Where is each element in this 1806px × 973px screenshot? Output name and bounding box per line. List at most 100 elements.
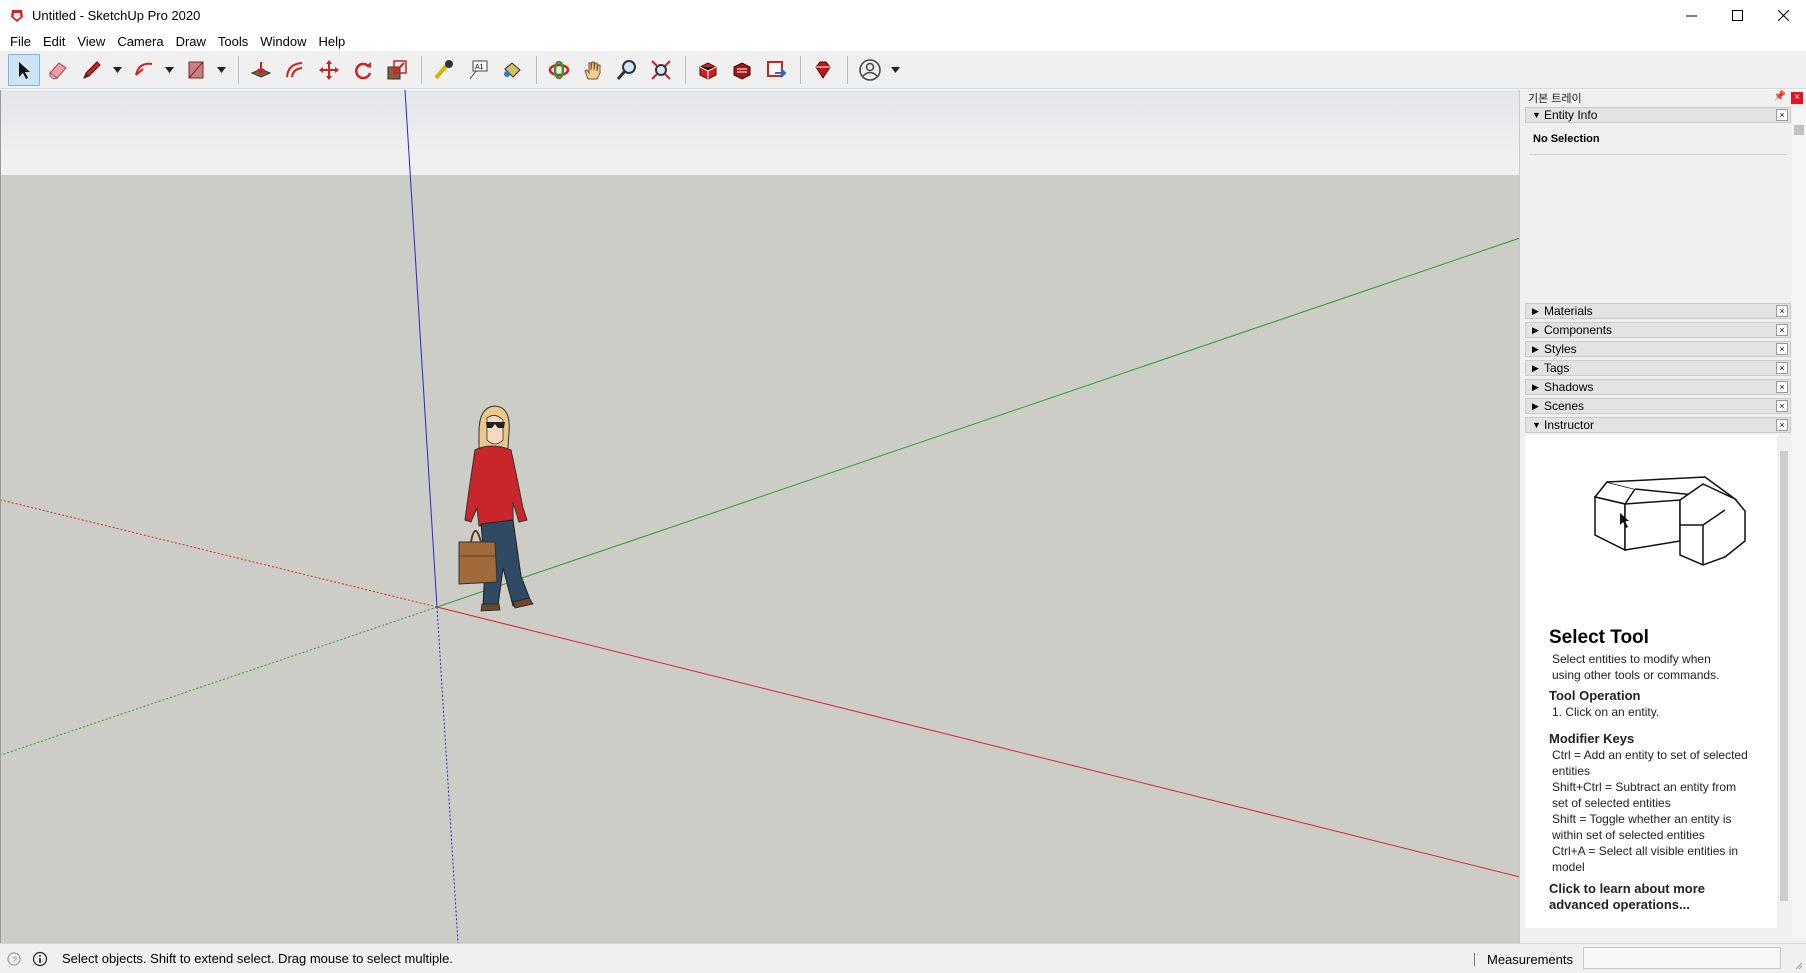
sketchup-logo-icon — [11, 9, 23, 22]
panel-close-icon[interactable]: × — [1776, 305, 1788, 317]
offset-icon — [286, 61, 303, 77]
svg-text:A1: A1 — [475, 64, 484, 71]
paint-bucket-tool-button[interactable] — [496, 54, 528, 86]
account-dropdown[interactable] — [888, 54, 902, 86]
chevron-down-icon — [890, 66, 900, 73]
scale-icon — [387, 59, 407, 79]
modifier-line: Shift+Ctrl = Subtract an entity from set… — [1552, 780, 1737, 810]
select-tool-button[interactable] — [8, 53, 40, 86]
green-axis — [436, 237, 1519, 608]
menu-tools[interactable]: Tools — [212, 34, 254, 49]
panel-materials[interactable]: ▶ Materials × — [1525, 303, 1791, 319]
panel-close-icon[interactable]: × — [1776, 343, 1788, 355]
scale-figure-woman[interactable] — [458, 405, 534, 612]
extension-manager-button[interactable] — [807, 54, 839, 86]
pan-icon — [584, 61, 601, 79]
status-message: Select objects. Shift to extend select. … — [62, 951, 453, 966]
menu-view[interactable]: View — [71, 34, 111, 49]
account-button[interactable] — [854, 54, 886, 86]
panel-close-icon[interactable]: × — [1776, 109, 1788, 121]
menu-file[interactable]: File — [4, 34, 37, 49]
menu-draw[interactable]: Draw — [170, 34, 212, 49]
title-bar: Untitled - SketchUp Pro 2020 — [0, 0, 1806, 31]
eraser-icon — [49, 61, 67, 80]
triangle-right-icon: ▶ — [1532, 400, 1539, 411]
panel-components[interactable]: ▶ Components × — [1525, 322, 1791, 338]
extension-manager-icon — [815, 61, 831, 79]
close-button[interactable] — [1760, 0, 1806, 31]
push-pull-tool-button[interactable] — [245, 54, 277, 86]
tape-measure-tool-button[interactable] — [428, 54, 460, 86]
default-tray: 기본 트레이 📌 × ▼ Entity Info × No Selection … — [1519, 90, 1806, 961]
learn-more-link[interactable]: Click to learn about more advanced opera… — [1549, 881, 1749, 913]
offset-tool-button[interactable] — [279, 54, 311, 86]
orbit-tool-button[interactable] — [543, 54, 575, 86]
3d-warehouse-button[interactable] — [692, 54, 724, 86]
tray-scrollbar[interactable] — [1792, 109, 1806, 939]
panel-scenes[interactable]: ▶ Scenes × — [1525, 398, 1791, 414]
tray-header: 기본 트레이 📌 × — [1520, 90, 1806, 105]
arc-tool-button[interactable] — [128, 54, 160, 86]
line-tool-button[interactable] — [76, 54, 108, 86]
menu-help[interactable]: Help — [313, 34, 352, 49]
panel-styles[interactable]: ▶ Styles × — [1525, 341, 1791, 357]
scrollbar-thumb[interactable] — [1780, 451, 1788, 901]
rectangle-tool-dropdown[interactable] — [214, 54, 228, 86]
menu-window[interactable]: Window — [254, 34, 312, 49]
triangle-right-icon: ▶ — [1532, 362, 1539, 373]
extension-warehouse-button[interactable] — [726, 54, 758, 86]
panel-tags[interactable]: ▶ Tags × — [1525, 360, 1791, 376]
operation-text: 1. Click on an entity. — [1552, 705, 1660, 719]
red-axis-negative — [1, 499, 438, 608]
measurements-input[interactable] — [1583, 947, 1781, 969]
rotate-tool-button[interactable] — [347, 54, 379, 86]
select-tool-illustration — [1593, 476, 1746, 566]
panel-label: Instructor — [1544, 418, 1595, 432]
panel-close-icon[interactable]: × — [1776, 400, 1788, 412]
pin-icon[interactable]: 📌 — [1774, 91, 1786, 102]
orbit-icon — [548, 60, 570, 79]
panel-shadows[interactable]: ▶ Shadows × — [1525, 379, 1791, 395]
window-title: Untitled - SketchUp Pro 2020 — [32, 8, 201, 23]
geolocation-icon[interactable]: ? — [6, 951, 22, 967]
panel-close-icon[interactable]: × — [1776, 419, 1788, 431]
rectangle-tool-button[interactable] — [180, 54, 212, 86]
triangle-right-icon: ▶ — [1532, 324, 1539, 335]
drawing-viewport[interactable] — [0, 90, 1519, 943]
pan-tool-button[interactable] — [577, 54, 609, 86]
minimize-button[interactable] — [1668, 0, 1714, 31]
line-tool-dropdown[interactable] — [110, 54, 124, 86]
tape-measure-icon — [434, 59, 453, 79]
arc-tool-dropdown[interactable] — [162, 54, 176, 86]
red-axis — [436, 606, 1519, 878]
panel-close-icon[interactable]: × — [1776, 381, 1788, 393]
paint-bucket-icon — [504, 61, 521, 78]
panel-close-icon[interactable]: × — [1776, 362, 1788, 374]
move-tool-button[interactable] — [313, 54, 345, 86]
zoom-extents-tool-button[interactable] — [645, 54, 677, 86]
layout-button[interactable] — [760, 54, 792, 86]
scrollbar-thumb[interactable] — [1794, 125, 1804, 135]
zoom-tool-button[interactable] — [611, 54, 643, 86]
status-bar: ? Select objects. Shift to extend select… — [0, 943, 1806, 973]
panel-close-icon[interactable]: × — [1776, 324, 1788, 336]
resize-grip-icon[interactable] — [1793, 960, 1803, 970]
tray-title: 기본 트레이 — [1528, 92, 1582, 105]
entity-info-body: No Selection — [1525, 124, 1791, 294]
panel-instructor[interactable]: ▼ Instructor × — [1525, 417, 1791, 433]
menu-edit[interactable]: Edit — [37, 34, 71, 49]
maximize-button[interactable] — [1714, 0, 1760, 31]
panel-entity-info[interactable]: ▼ Entity Info × — [1525, 107, 1791, 123]
panel-label: Styles — [1544, 342, 1577, 356]
text-tool-button[interactable]: A1 — [462, 54, 494, 86]
toolbar-separator — [421, 55, 422, 84]
instructor-title: Select Tool — [1549, 627, 1649, 648]
info-icon[interactable] — [32, 951, 48, 967]
eraser-tool-button[interactable] — [42, 54, 74, 86]
select-arrow-icon — [19, 61, 30, 79]
tray-close-button[interactable]: × — [1791, 92, 1803, 104]
scale-tool-button[interactable] — [381, 54, 413, 86]
instructor-scrollbar[interactable] — [1777, 435, 1791, 961]
menu-camera[interactable]: Camera — [111, 34, 169, 49]
triangle-right-icon: ▶ — [1532, 343, 1539, 354]
